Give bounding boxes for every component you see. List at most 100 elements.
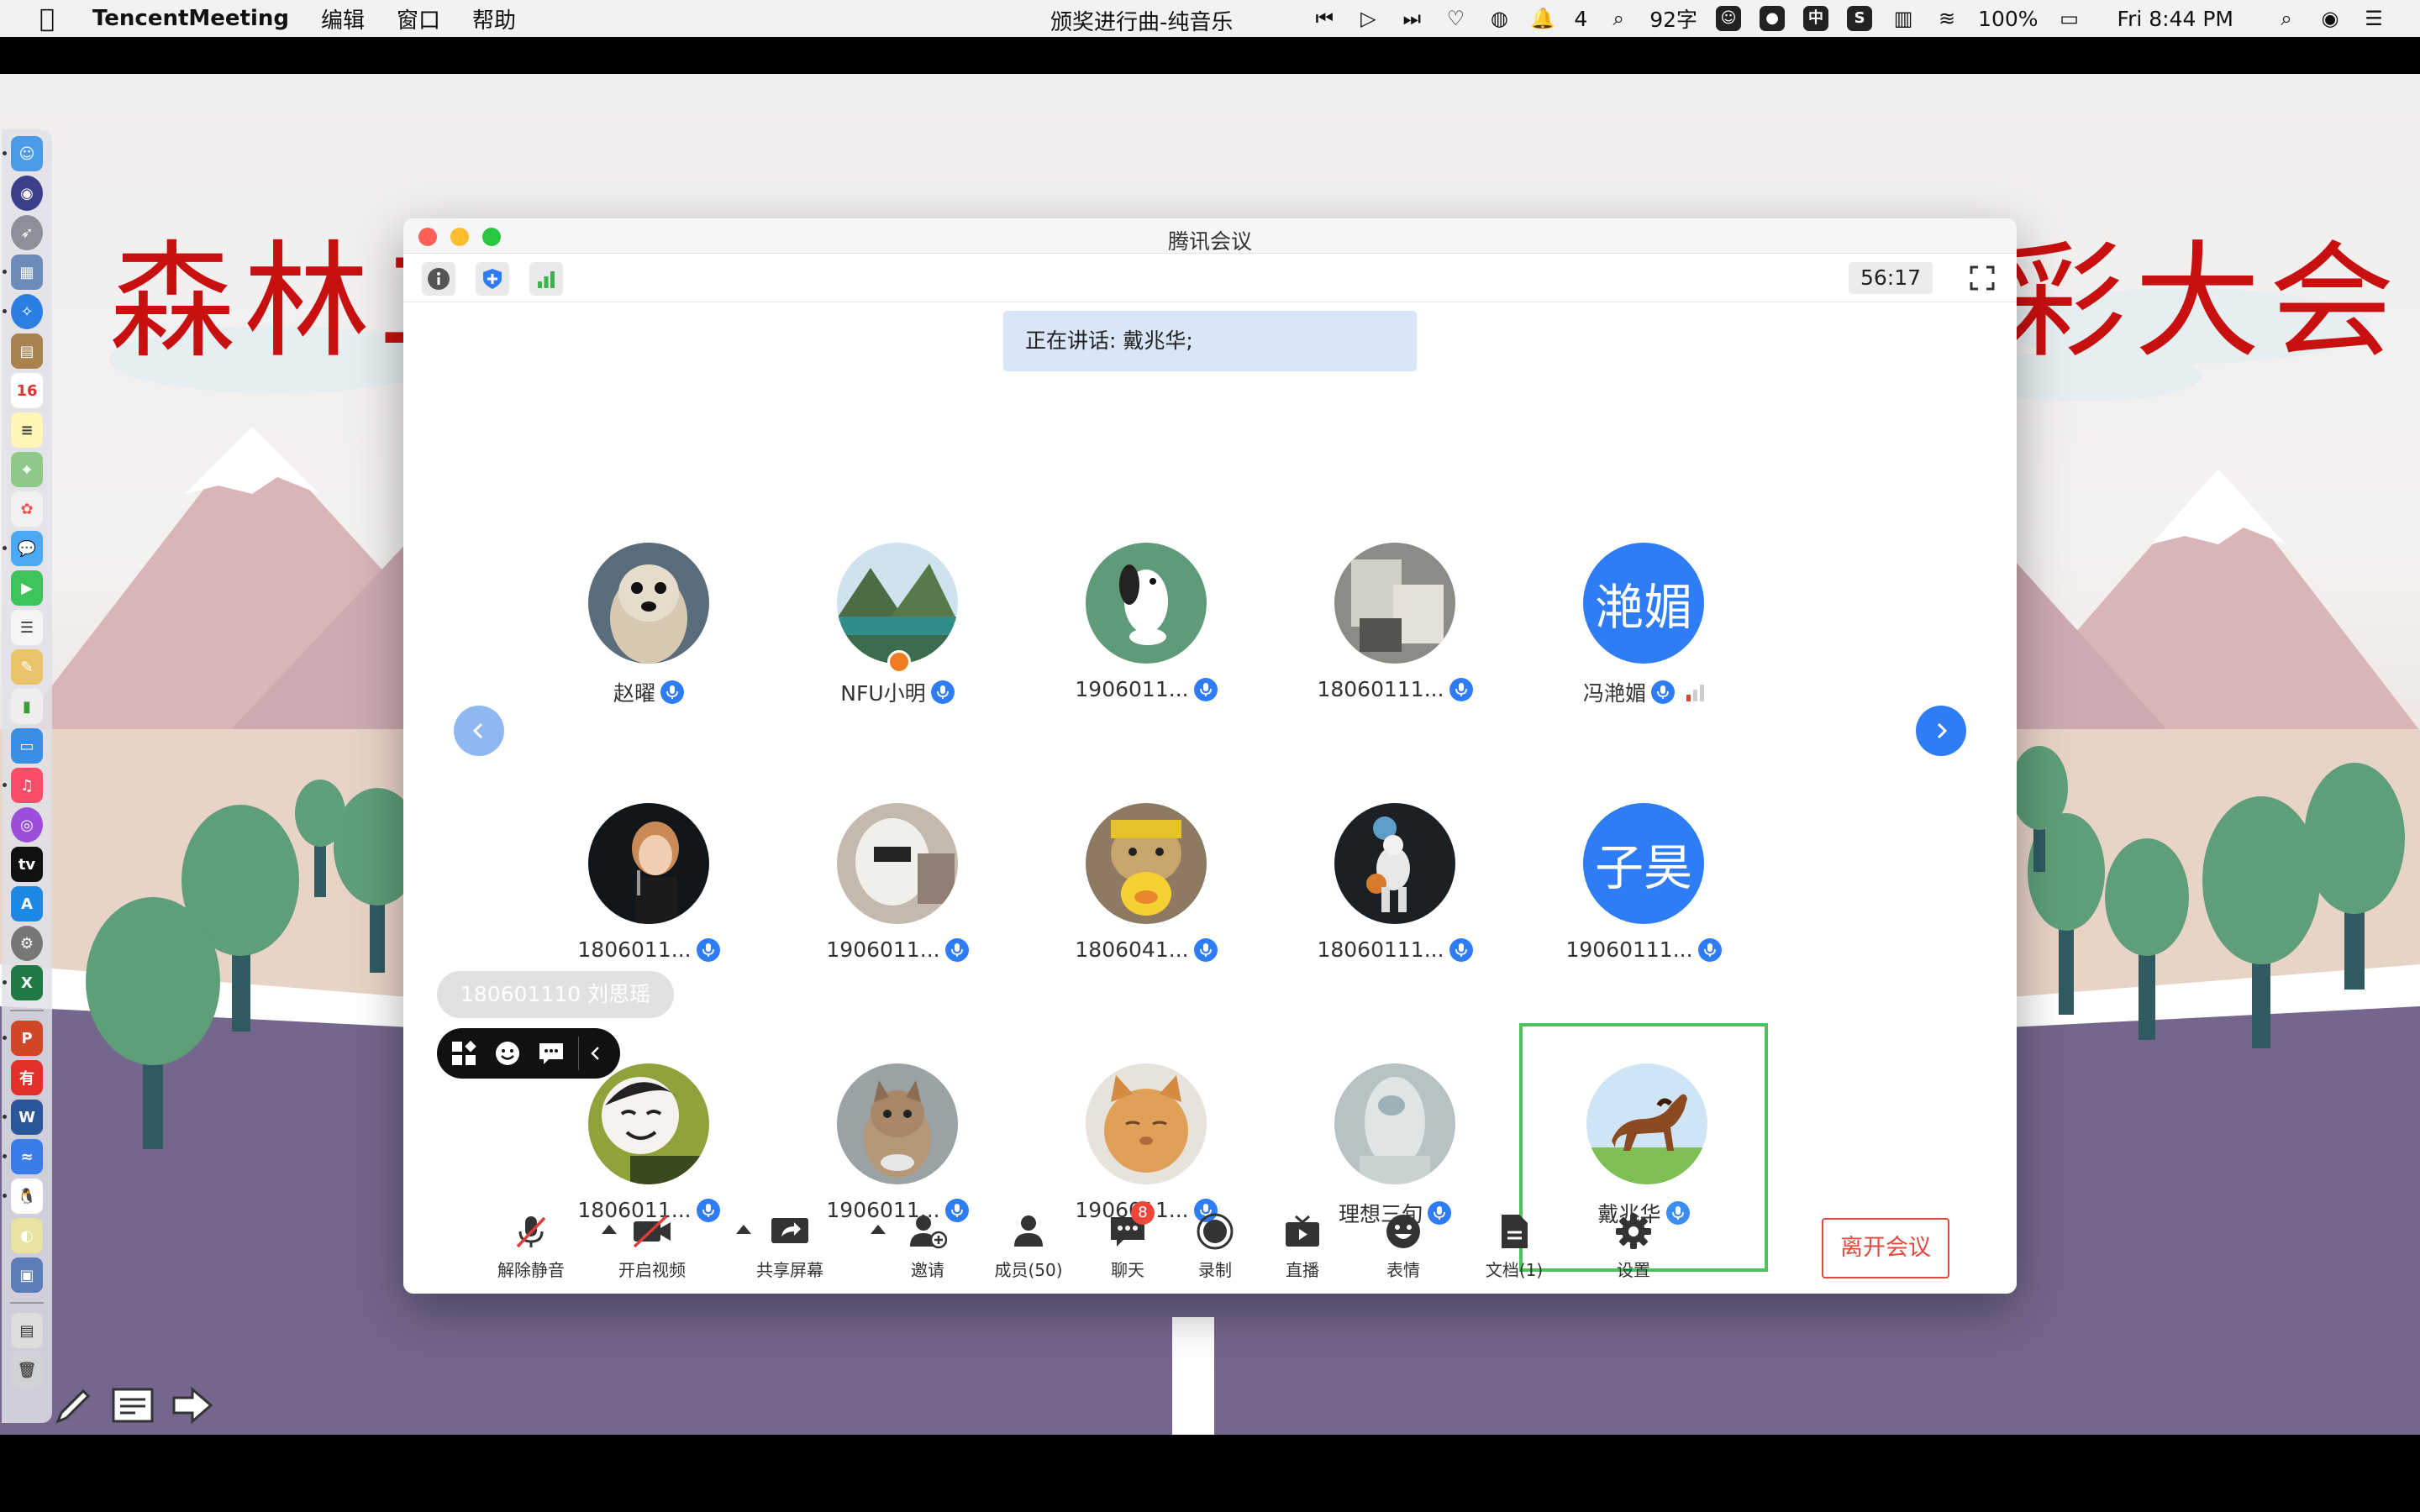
powerpoint-icon[interactable]: P — [3, 1021, 43, 1056]
photos-icon[interactable]: ✿ — [11, 491, 43, 527]
chat-icon: 8 — [1106, 1201, 1155, 1253]
next-page-button[interactable] — [1916, 706, 1966, 756]
participant-name-row: 1906011... — [773, 937, 1022, 962]
next-track-icon[interactable]: ⏭ — [1399, 6, 1424, 31]
podcasts-icon[interactable]: ◎ — [11, 807, 43, 843]
window-titlebar[interactable]: 腾讯会议 — [403, 218, 2017, 254]
app-store-icon[interactable]: A — [11, 886, 43, 921]
finder-icon[interactable]: ☺ — [3, 136, 43, 171]
text-note-icon[interactable] — [109, 1382, 156, 1429]
screenshot-icon[interactable]: ▣ — [11, 1257, 43, 1293]
avatar — [588, 543, 709, 664]
participant-tile[interactable]: 子昊 19060111... — [1519, 763, 1768, 1011]
members-button[interactable]: 成员(50) — [978, 1210, 1079, 1281]
notebook-icon[interactable]: ▤ — [11, 333, 43, 369]
tencent-meeting-icon[interactable]: ≈ — [3, 1139, 43, 1174]
launchpad-icon[interactable]: ➶ — [11, 215, 43, 250]
invite-button[interactable]: 邀请 — [877, 1210, 978, 1281]
maps-icon[interactable]: ⌖ — [11, 452, 43, 487]
trash-icon[interactable]: 🗑 — [11, 1352, 43, 1388]
siri-dock-icon[interactable]: ◉ — [11, 176, 43, 211]
spotlight-icon[interactable]: ⌕ — [2274, 6, 2299, 31]
microphone-icon[interactable]: ● — [1760, 6, 1786, 31]
bell-icon[interactable]: 🔔 — [1530, 6, 1555, 31]
avatar — [588, 803, 709, 924]
heart-icon[interactable]: ♡ — [1443, 6, 1468, 31]
siri-icon[interactable]: ◉ — [2317, 6, 2343, 31]
fullscreen-icon[interactable] — [1966, 262, 1998, 294]
meeting-info-bar: 56:17 — [403, 254, 2017, 302]
participant-tile[interactable]: NFU小明 — [773, 502, 1022, 751]
previous-track-icon[interactable]: ⏮ — [1312, 6, 1337, 31]
wifi-icon[interactable]: ≋ — [1934, 6, 1960, 31]
participant-tile[interactable]: 滟媚 冯滟媚 — [1519, 502, 1768, 751]
excel-icon[interactable]: X — [3, 965, 43, 1000]
messages-icon[interactable]: 💬 — [3, 531, 43, 566]
s-app-icon[interactable]: S — [1847, 6, 1873, 31]
youdao-icon[interactable]: 有 — [11, 1060, 43, 1095]
app-menu[interactable]: TencentMeeting — [92, 6, 289, 31]
annotation-tools — [50, 1382, 215, 1429]
globe-icon[interactable]: ◍ — [1486, 6, 1512, 31]
participant-tile[interactable]: 1906011... — [1022, 502, 1270, 751]
apple-menu-icon[interactable]:  — [34, 4, 60, 34]
input-method-icon[interactable]: 中 — [1803, 6, 1829, 31]
chat-button[interactable]: 8 聊天 — [1077, 1201, 1178, 1281]
menu-bar:  TencentMeeting 编辑 窗口 帮助 颁奖进行曲-纯音乐 ⏮ ▷ … — [0, 0, 2420, 37]
reaction-emoji-icon[interactable] — [491, 1037, 524, 1070]
leave-meeting-button[interactable]: 离开会议 — [1822, 1218, 1949, 1278]
music-icon[interactable]: ♫ — [3, 768, 43, 803]
share-screen-button[interactable]: 共享屏幕 — [739, 1210, 840, 1281]
downloads-icon[interactable]: ▤ — [11, 1313, 43, 1348]
unmute-button[interactable]: 解除静音 — [481, 1210, 581, 1281]
qq-icon[interactable]: 🐧 — [3, 1179, 43, 1214]
tv-icon[interactable]: tv — [11, 847, 43, 882]
collapse-chevron-icon[interactable] — [578, 1037, 612, 1070]
system-preferences-icon[interactable]: ⚙ — [11, 926, 43, 961]
participant-tile[interactable]: 赵曜 — [524, 502, 773, 751]
document-icon — [1492, 1210, 1536, 1253]
calendar-icon[interactable]: 16 — [11, 373, 43, 408]
face-icon[interactable]: ☺ — [1716, 6, 1742, 31]
play-icon[interactable]: ▷ — [1355, 6, 1381, 31]
pen-icon[interactable] — [50, 1382, 97, 1429]
chat-bubble-icon[interactable] — [534, 1037, 568, 1070]
numbers-icon[interactable]: ▮ — [11, 689, 43, 724]
settings-button[interactable]: 设置 — [1583, 1210, 1684, 1281]
layout-icon[interactable] — [447, 1037, 481, 1070]
word-icon[interactable]: W — [3, 1100, 43, 1135]
start-video-button[interactable]: 开启视频 — [602, 1210, 702, 1281]
textedit-icon[interactable]: ✎ — [11, 649, 43, 685]
previous-page-button[interactable] — [454, 706, 504, 756]
participant-tile[interactable]: 1906011... — [773, 763, 1022, 1011]
menu-help[interactable]: 帮助 — [472, 3, 516, 34]
next-arrow-icon[interactable] — [168, 1382, 215, 1429]
clock[interactable]: Fri 8:44 PM — [2118, 7, 2233, 31]
network-signal-icon[interactable] — [529, 262, 563, 296]
info-icon[interactable] — [422, 262, 455, 296]
keynote-icon[interactable]: ▭ — [11, 728, 43, 764]
cheese-icon[interactable]: ◐ — [11, 1218, 43, 1253]
participant-tile[interactable]: 1806041... — [1022, 763, 1270, 1011]
facetime-icon[interactable]: ▶ — [11, 570, 43, 606]
security-shield-icon[interactable] — [476, 262, 509, 296]
record-button[interactable]: 录制 — [1165, 1210, 1265, 1281]
preview-icon[interactable]: ▦ — [3, 255, 43, 290]
memory-icon[interactable]: ▥ — [1891, 6, 1916, 31]
control-center-icon[interactable]: ☰ — [2361, 6, 2386, 31]
participant-tile[interactable]: 18060111... — [1270, 502, 1519, 751]
participant-name: 18060111... — [1317, 677, 1444, 701]
reactions-button[interactable]: 表情 — [1353, 1210, 1454, 1281]
reminders-icon[interactable]: ☰ — [11, 610, 43, 645]
participant-tile[interactable]: 18060111... — [1270, 763, 1519, 1011]
battery-icon[interactable]: ▭ — [2057, 6, 2082, 31]
live-button[interactable]: 直播 — [1252, 1210, 1353, 1281]
notes-icon[interactable]: ≡ — [11, 412, 43, 448]
start-video-label: 开启视频 — [618, 1260, 686, 1280]
safari-icon[interactable]: ✧ — [3, 294, 43, 329]
participant-name-row: 1806011... — [524, 937, 773, 962]
menu-window[interactable]: 窗口 — [397, 3, 440, 34]
menu-edit[interactable]: 编辑 — [321, 3, 365, 34]
search-app-icon[interactable]: ⌕ — [1606, 6, 1631, 31]
docs-button[interactable]: 文档(1) — [1464, 1210, 1565, 1281]
